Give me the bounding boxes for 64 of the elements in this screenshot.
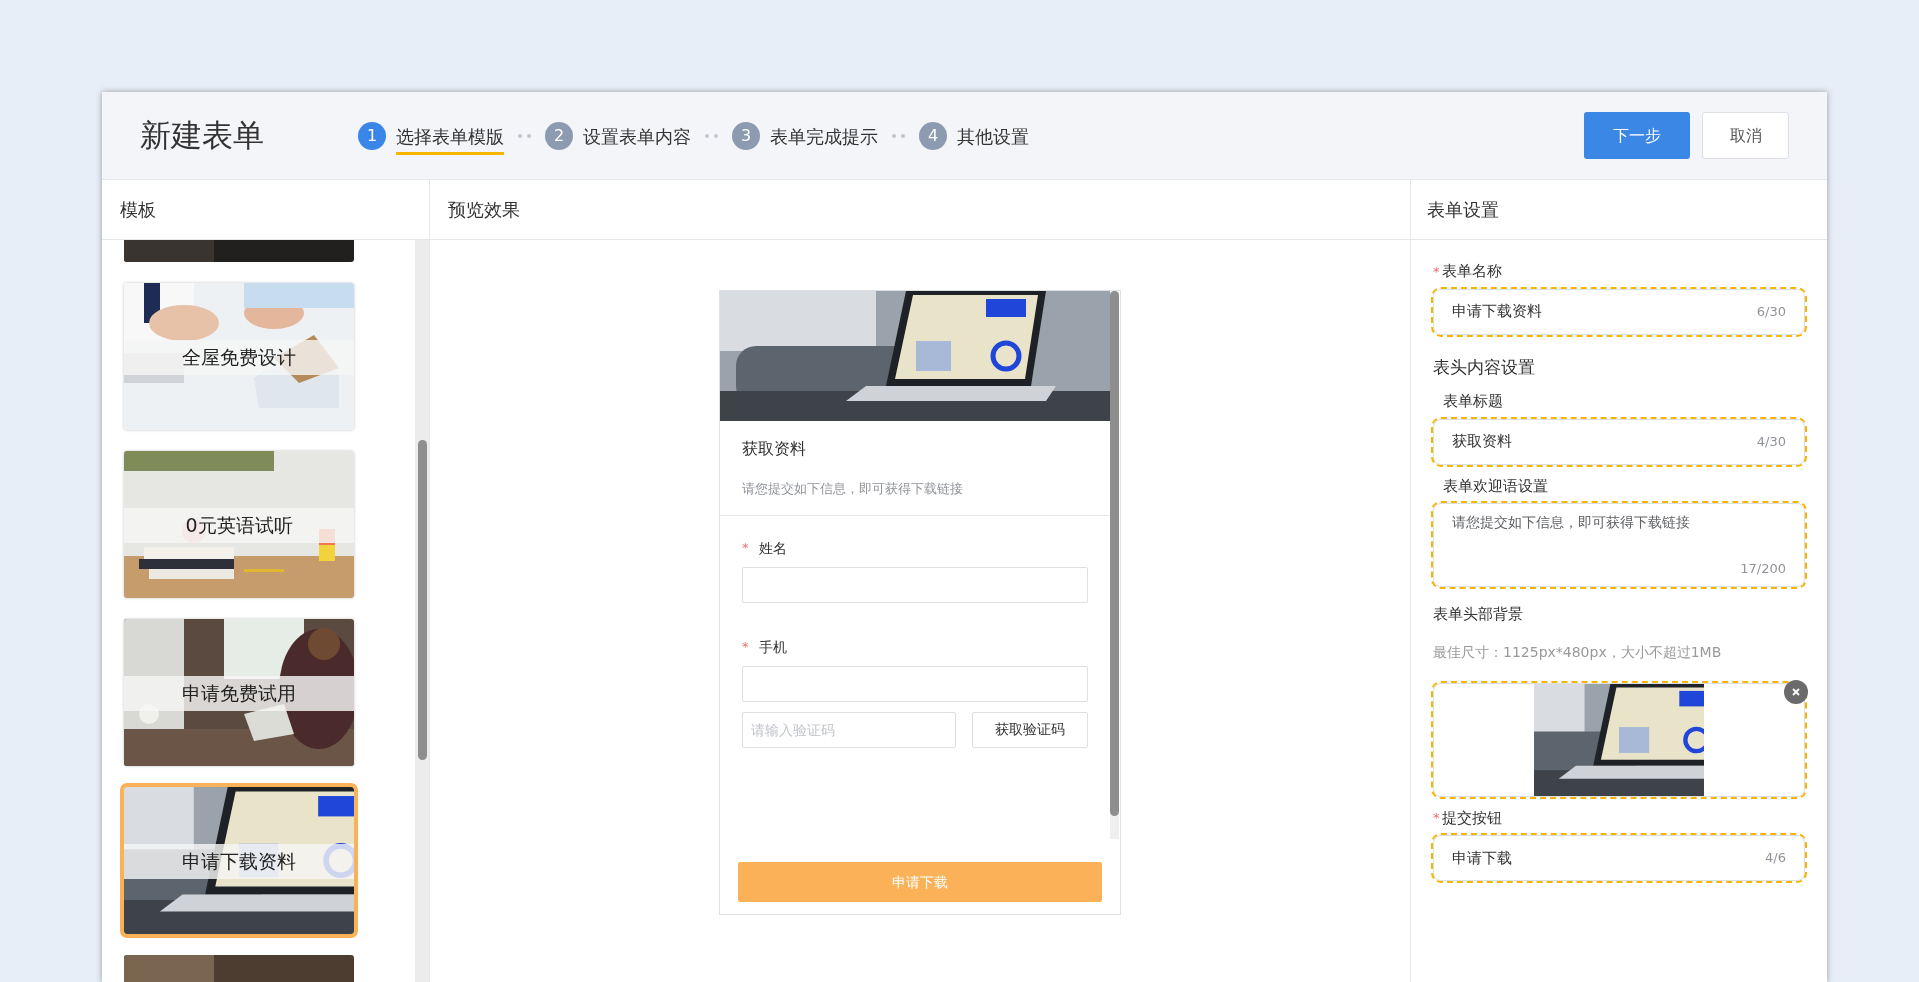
welcome-text: 请您提交如下信息，即可获得下载链接 xyxy=(742,480,964,498)
field-value: 请您提交如下信息，即可获得下载链接 xyxy=(1452,513,1691,532)
step-label: 选择表单模版 xyxy=(396,122,504,155)
input-field[interactable] xyxy=(742,566,1088,603)
template-card[interactable]: 0元英语试听 xyxy=(124,451,354,598)
form-title: 获取资料 xyxy=(742,438,807,460)
template-card[interactable]: 全屋免费设计 xyxy=(124,283,354,430)
field-value: 申请下载资料 xyxy=(1452,301,1542,323)
step-label: 设置表单内容 xyxy=(583,124,691,149)
step-label: 其他设置 xyxy=(957,124,1029,149)
field-label: 手机 xyxy=(758,637,787,657)
image-upload[interactable] xyxy=(1433,682,1805,797)
required-mark: * xyxy=(742,539,749,558)
field-label: 姓名 xyxy=(758,538,787,558)
text-field[interactable]: 获取资料 4/30 xyxy=(1433,418,1805,465)
step-number: 2 xyxy=(545,121,573,150)
text-area[interactable]: 请您提交如下信息，即可获得下载链接 17/200 xyxy=(1433,503,1805,587)
template-title: 全屋免费设计 xyxy=(124,340,354,375)
column-heading: 预览效果 xyxy=(448,198,520,222)
section-heading: 表头内容设置 xyxy=(1433,355,1536,379)
step-tab[interactable]: 1 选择表单模版 xyxy=(358,115,504,156)
field-value: 获取资料 xyxy=(1452,431,1512,453)
hint-text: 最佳尺寸：1125px*480px，大小不超过1MB xyxy=(1433,642,1723,662)
required-mark: * xyxy=(1433,262,1440,281)
char-counter: 4/30 xyxy=(1756,432,1786,451)
scrollbar-thumb[interactable] xyxy=(418,440,427,760)
field-label: 表单标题 xyxy=(1443,391,1503,412)
window-title: 新建表单 xyxy=(140,116,265,156)
required-mark: * xyxy=(1433,809,1440,827)
field-label: 表单名称 xyxy=(1441,261,1502,282)
field-value: 申请下载 xyxy=(1452,847,1512,869)
step-tab[interactable]: 2 设置表单内容 xyxy=(545,115,691,156)
char-counter: 6/30 xyxy=(1756,302,1786,321)
field-label: 表单头部背景 xyxy=(1433,604,1524,625)
step-separator-icon xyxy=(705,133,718,138)
field-label: 表单欢迎语设置 xyxy=(1443,475,1548,497)
step-separator-icon xyxy=(518,133,531,138)
template-card[interactable]: 申请下载资料 xyxy=(124,787,354,934)
step-number: 1 xyxy=(358,121,386,150)
step-number: 4 xyxy=(919,121,947,150)
get-code-button[interactable]: 获取验证码 xyxy=(972,711,1088,748)
next-button[interactable]: 下一步 xyxy=(1584,112,1690,159)
input-field[interactable] xyxy=(742,665,1088,702)
text-field[interactable]: 申请下载 4/6 xyxy=(1433,835,1805,881)
code-field[interactable]: 请输入验证码 xyxy=(742,711,956,748)
scrollbar-thumb[interactable] xyxy=(1110,291,1119,816)
step-tab[interactable]: 3 表单完成提示 xyxy=(732,115,878,156)
step-separator-icon xyxy=(892,133,905,138)
template-title: 申请下载资料 xyxy=(124,844,354,879)
template-title: 申请免费试用 xyxy=(124,676,354,711)
step-label: 表单完成提示 xyxy=(770,124,878,149)
template-card[interactable]: 申请免费试用 xyxy=(124,619,354,766)
column-heading: 模板 xyxy=(120,198,156,222)
step-number: 3 xyxy=(732,121,760,150)
char-counter: 17/200 xyxy=(1740,559,1786,578)
cancel-button[interactable]: 取消 xyxy=(1702,112,1789,159)
column-heading: 表单设置 xyxy=(1427,198,1499,222)
required-mark: * xyxy=(742,638,749,657)
step-tab[interactable]: 4 其他设置 xyxy=(919,115,1029,156)
remove-icon[interactable] xyxy=(1784,679,1808,704)
template-title: 0元英语试听 xyxy=(124,508,354,543)
text-field[interactable]: 申请下载资料 6/30 xyxy=(1433,288,1805,335)
char-counter: 4/6 xyxy=(1765,849,1786,868)
field-label: 提交按钮 xyxy=(1441,807,1502,829)
